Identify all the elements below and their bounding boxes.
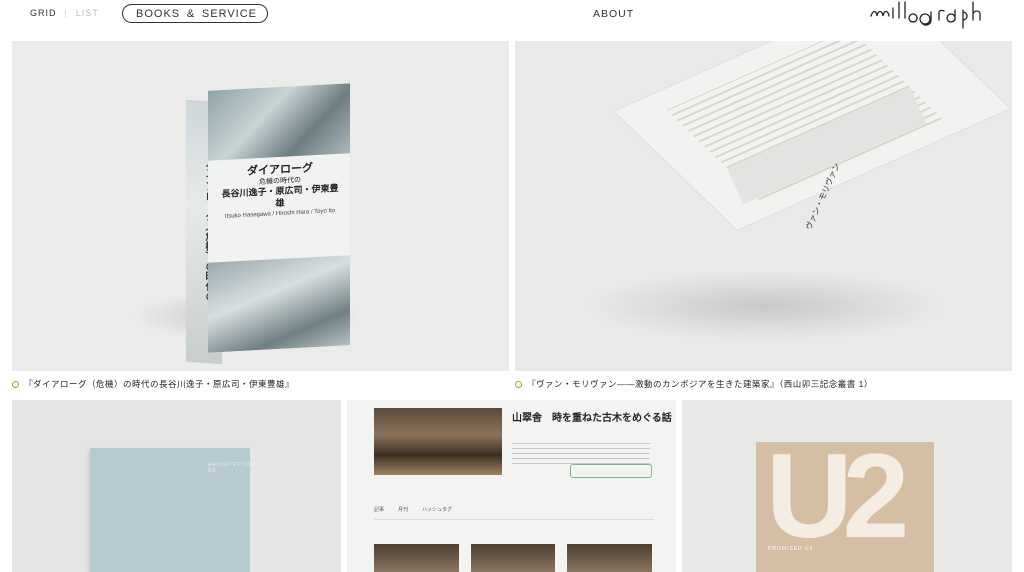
nav-about-link[interactable]: ABOUT — [593, 8, 634, 20]
cover-photo-top — [208, 83, 350, 161]
book-card-blue[interactable]: ARCHITECTURE OF — [12, 400, 341, 572]
view-toggle: GRID | LIST — [30, 8, 99, 18]
book-cover-image: U2 PROMISED U2 — [756, 436, 934, 572]
article-tab-hashtag: ハッシュタグ — [422, 507, 453, 513]
cover-photo-bottom — [208, 255, 350, 353]
nav-books-link[interactable]: BOOKS — [136, 8, 180, 20]
caption-bullet-icon — [515, 380, 522, 388]
cover-text: ARCHITECTURE OF — [208, 462, 260, 474]
article-thumbnail — [470, 544, 556, 572]
article-tab-monthly: 月刊 — [398, 507, 409, 513]
nav-ampersand: & — [186, 7, 196, 20]
article-tabs: 記事 月刊 ハッシュタグ — [374, 506, 654, 520]
nav-service-link[interactable]: SERVICE — [202, 8, 257, 20]
article-title: 山翠舎 時を重ねた古木をめぐる話 — [512, 413, 672, 424]
book-shadow — [585, 271, 945, 341]
book-cover-image: ARCHITECTURE OF — [90, 448, 258, 572]
grid-view-link[interactable]: GRID — [30, 8, 57, 18]
article-follow-button — [570, 464, 652, 478]
books-and-service-nav[interactable]: BOOKS & SERVICE — [122, 4, 268, 23]
article-thumbnails — [374, 544, 653, 572]
article-thumbnail — [374, 544, 459, 572]
article-body-text — [512, 440, 650, 464]
list-view-link[interactable]: LIST — [76, 8, 99, 18]
top-navigation-bar: GRID | LIST BOOKS & SERVICE ABOUT — [0, 0, 1024, 40]
caption-text: 『ヴァン・モリヴァン——激動のカンボジアを生きた建築家』（西山卯三記念叢書 1） — [527, 379, 873, 389]
book-card-vann-molyvann[interactable]: ヴァン・モリヴァン — [515, 41, 1012, 371]
cover-u2-mark: U2 — [766, 429, 909, 563]
millegraph-logo[interactable] — [869, 0, 995, 30]
book-card-u2[interactable]: U2 PROMISED U2 — [682, 400, 1012, 572]
view-toggle-separator: | — [64, 8, 68, 18]
article-card-sansuisha[interactable]: 山翠舎 時を重ねた古木をめぐる話 記事 月刊 ハッシュタグ — [347, 400, 676, 572]
article-photo — [374, 408, 502, 475]
book-cover-image: ダイアローグ 危機の時代の 長谷川逸子・原広司・伊東豊雄 Itsuko Hase… — [208, 83, 350, 353]
caption-text: 『ダイアローグ（危機）の時代の長谷川逸子・原広司・伊東豊雄』 — [24, 379, 295, 389]
article-tab-posts: 記事 — [374, 507, 385, 513]
book-caption-vann-molyvann[interactable]: 『ヴァン・モリヴァン——激動のカンボジアを生きた建築家』（西山卯三記念叢書 1） — [515, 378, 873, 390]
book-card-dialogue[interactable]: ダイアローグ〈危機〉の時代の ダイアローグ 危機の時代の 長谷川逸子・原広司・伊… — [12, 41, 509, 371]
article-thumbnail — [567, 544, 653, 572]
cover-label: PROMISED U2 — [768, 546, 814, 552]
book-caption-dialogue[interactable]: 『ダイアローグ（危機）の時代の長谷川逸子・原広司・伊東豊雄』 — [12, 378, 294, 390]
caption-bullet-icon — [12, 380, 19, 388]
cover-title: ダイアローグ 危機の時代の 長谷川逸子・原広司・伊東豊雄 — [220, 160, 340, 213]
